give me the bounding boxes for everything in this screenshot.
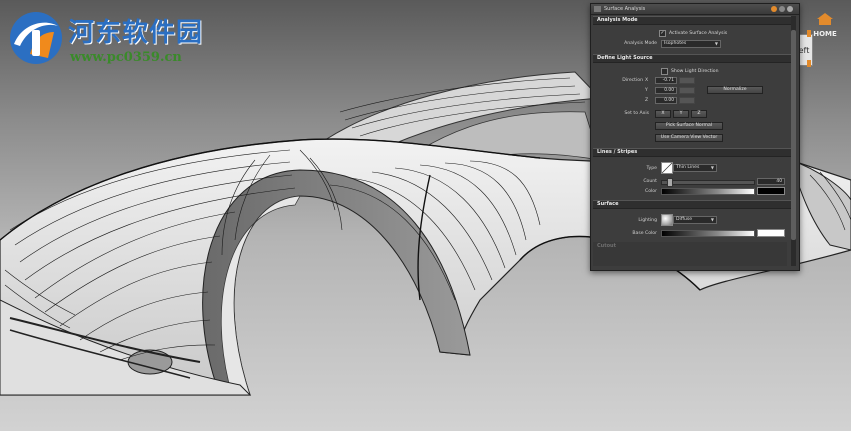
chevron-down-icon: ▼ bbox=[710, 217, 714, 222]
watermark-url: www.pc0359.cn bbox=[70, 50, 182, 65]
set-axis-x-button[interactable]: X bbox=[655, 110, 671, 118]
panel-title: Surface Analysis bbox=[604, 6, 646, 12]
view-cube-edge-bottom[interactable] bbox=[807, 60, 811, 67]
show-light-direction-label: Show Light Direction bbox=[671, 69, 719, 74]
minimize-icon[interactable] bbox=[779, 6, 785, 12]
set-axis-z-button[interactable]: Z bbox=[691, 110, 707, 118]
axis-z-label: Z bbox=[645, 98, 649, 103]
line-type-value: Thin Lines bbox=[676, 165, 700, 170]
home-icon bbox=[817, 13, 833, 25]
home-button[interactable]: HOME bbox=[809, 10, 841, 38]
surface-analysis-panel: Surface Analysis Analysis Mode ✓ Activat… bbox=[590, 3, 800, 271]
panel-app-icon bbox=[594, 6, 601, 12]
panel-scrollbar[interactable] bbox=[791, 16, 796, 266]
analysis-mode-label: Analysis Mode bbox=[624, 41, 657, 46]
base-color-label: Base Color bbox=[632, 231, 657, 236]
direction-label: Direction bbox=[622, 78, 643, 83]
section-lines-stripes[interactable]: Lines / Stripes bbox=[593, 148, 791, 157]
base-color-swatch[interactable] bbox=[757, 229, 785, 237]
base-color-picker[interactable] bbox=[661, 230, 755, 237]
set-to-axis-label: Set to Axis bbox=[624, 111, 649, 116]
direction-x-slider[interactable] bbox=[679, 77, 695, 84]
normalize-button[interactable]: Normalize bbox=[707, 86, 763, 94]
analysis-mode-dropdown[interactable]: Isophotes ▼ bbox=[661, 40, 721, 48]
activate-analysis-checkbox[interactable]: ✓ bbox=[659, 30, 666, 37]
type-label: Type bbox=[646, 166, 657, 171]
direction-z-slider[interactable] bbox=[679, 97, 695, 104]
pin-icon[interactable] bbox=[771, 6, 777, 12]
lighting-dropdown[interactable]: Diffuse ▼ bbox=[673, 216, 717, 224]
view-cube-label: eft bbox=[798, 45, 810, 55]
collapsed-section-header: Cutout bbox=[597, 243, 617, 249]
analysis-mode-value: Isophotes bbox=[664, 41, 687, 46]
direction-y-slider[interactable] bbox=[679, 87, 695, 94]
section-collapsed[interactable]: Cutout bbox=[593, 242, 787, 266]
activate-analysis-label: Activate Surface Analysis bbox=[669, 31, 728, 36]
direction-x-input[interactable]: -0.71 bbox=[655, 77, 677, 84]
line-type-dropdown[interactable]: Thin Lines ▼ bbox=[673, 164, 717, 172]
axis-x-label: X bbox=[645, 78, 649, 83]
watermark-title: 河东软件园 bbox=[68, 18, 204, 48]
section-surface[interactable]: Surface bbox=[593, 200, 791, 209]
use-camera-view-button[interactable]: Use Camera View Vector bbox=[655, 134, 723, 142]
3d-viewport[interactable]: 河东软件园 www.pc0359.cn HOME eft Surface Ana… bbox=[0, 0, 851, 431]
direction-y-input[interactable]: 0.00 bbox=[655, 87, 677, 94]
view-cube-edge-top[interactable] bbox=[807, 30, 811, 37]
section-analysis-mode[interactable]: Analysis Mode bbox=[593, 16, 791, 25]
count-input[interactable]: 40 bbox=[757, 178, 785, 185]
count-label: Count bbox=[643, 179, 657, 184]
line-color-swatch[interactable] bbox=[757, 187, 785, 195]
site-logo-icon bbox=[10, 12, 62, 64]
section-light-source[interactable]: Define Light Source bbox=[593, 54, 791, 63]
axis-y-label: Y bbox=[645, 88, 648, 93]
lighting-preview-icon bbox=[661, 214, 673, 226]
line-type-preview-icon bbox=[661, 162, 673, 174]
panel-titlebar[interactable]: Surface Analysis bbox=[591, 4, 799, 15]
watermark: 河东软件园 www.pc0359.cn bbox=[6, 8, 216, 68]
chevron-down-icon: ▼ bbox=[714, 41, 718, 46]
line-color-picker[interactable] bbox=[661, 188, 755, 195]
show-light-direction-checkbox[interactable] bbox=[661, 68, 668, 75]
chevron-down-icon: ▼ bbox=[710, 165, 714, 170]
lighting-label: Lighting bbox=[638, 218, 657, 223]
count-slider[interactable] bbox=[661, 178, 755, 187]
line-color-label: Color bbox=[645, 189, 657, 194]
panel-scrollbar-thumb[interactable] bbox=[791, 30, 796, 240]
lighting-value: Diffuse bbox=[676, 217, 693, 222]
direction-z-input[interactable]: 0.00 bbox=[655, 97, 677, 104]
set-axis-y-button[interactable]: Y bbox=[673, 110, 689, 118]
close-icon[interactable] bbox=[787, 6, 793, 12]
home-label: HOME bbox=[813, 30, 837, 38]
count-slider-handle[interactable] bbox=[667, 178, 673, 187]
pick-surface-normal-button[interactable]: Pick Surface Normal bbox=[655, 122, 723, 130]
